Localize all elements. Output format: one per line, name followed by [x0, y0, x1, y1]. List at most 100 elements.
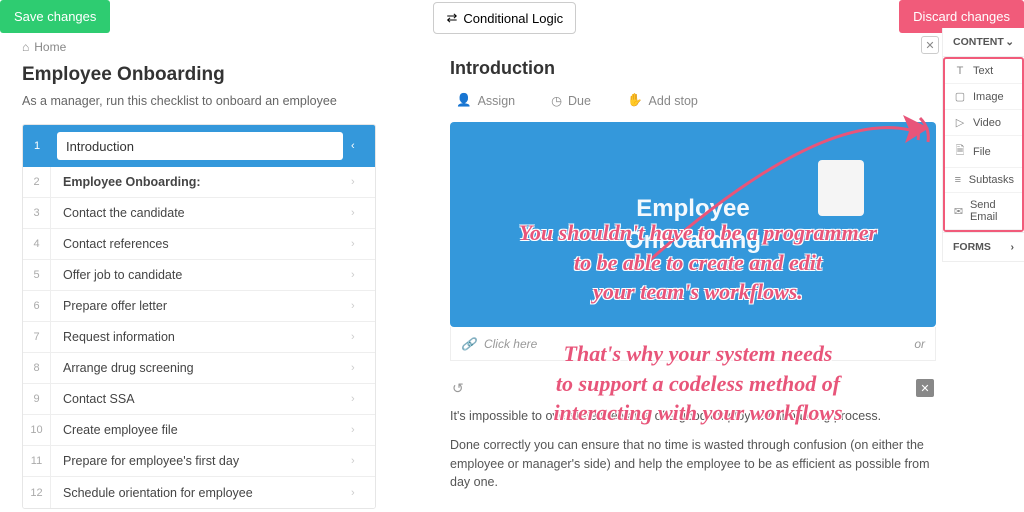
task-label: Arrange drug screening	[51, 361, 351, 375]
add-stop-button[interactable]: ✋Add stop	[627, 93, 698, 108]
text-widget-body[interactable]: It's impossible to overstate the value o…	[450, 407, 936, 492]
text-widget[interactable]: ↺ ✕ It's impossible to overstate the val…	[450, 375, 936, 492]
shuffle-icon: ⇄	[446, 10, 457, 26]
video-icon: ▷	[953, 116, 967, 129]
task-number: 2	[23, 167, 51, 197]
panel-section-forms[interactable]: FORMS ›	[943, 232, 1024, 262]
task-row-11[interactable]: 11Prepare for employee's first day›	[23, 446, 375, 477]
task-label: Contact references	[51, 237, 351, 251]
clock-icon: ◷	[551, 93, 562, 108]
sidebar: ⌂ Home Employee Onboarding As a manager,…	[0, 38, 390, 512]
task-label: Schedule orientation for employee	[51, 486, 351, 500]
send-email-icon: ✉	[953, 205, 964, 218]
image-caption-row[interactable]: 🔗 Click here or	[450, 327, 936, 361]
panel-item-send-email[interactable]: ✉ Send Email	[945, 193, 1022, 230]
task-row-4[interactable]: 4Contact references›	[23, 229, 375, 260]
panel-item-label: File	[973, 146, 991, 158]
close-panel-button[interactable]: ✕	[921, 36, 939, 54]
panel-item-subtasks[interactable]: ≡ Subtasks	[945, 168, 1022, 193]
task-number: 4	[23, 229, 51, 259]
task-row-5[interactable]: 5Offer job to candidate›	[23, 260, 375, 291]
content-title: Introduction	[450, 58, 936, 79]
task-row-6[interactable]: 6Prepare offer letter›	[23, 291, 375, 322]
chevron-right-icon: ›	[351, 362, 375, 374]
chevron-right-icon: ›	[351, 487, 375, 499]
breadcrumb[interactable]: ⌂ Home	[22, 40, 376, 54]
task-row-9[interactable]: 9Contact SSA›	[23, 384, 375, 415]
panel-item-video[interactable]: ▷ Video	[945, 110, 1022, 136]
panel-item-label: Send Email	[970, 199, 1014, 223]
task-row-2[interactable]: 2Employee Onboarding:›	[23, 167, 375, 198]
panel-item-label: Video	[973, 117, 1001, 129]
task-list: 1‹2Employee Onboarding:›3Contact the can…	[22, 124, 376, 509]
paragraph: It's impossible to overstate the value o…	[450, 407, 936, 426]
text-icon: T	[953, 65, 967, 77]
paragraph: Done correctly you can ensure that no ti…	[450, 436, 936, 492]
right-panel: ✕ CONTENT ⌄ TText▢Image▷Video🗎File≡Subta…	[942, 28, 1024, 262]
task-number: 5	[23, 260, 51, 290]
home-icon: ⌂	[22, 40, 29, 54]
conditional-logic-button[interactable]: ⇄ Conditional Logic	[433, 2, 576, 34]
task-label: Offer job to candidate	[51, 268, 351, 282]
conditional-logic-label: Conditional Logic	[463, 11, 563, 26]
chevron-right-icon: ›	[351, 269, 375, 281]
chevron-left-icon: ‹	[351, 140, 375, 152]
chevron-right-icon: ›	[1011, 241, 1015, 253]
task-number: 3	[23, 198, 51, 228]
page-subtitle: As a manager, run this checklist to onbo…	[22, 94, 376, 108]
due-button[interactable]: ◷Due	[551, 93, 591, 108]
panel-item-file[interactable]: 🗎 File	[945, 136, 1022, 168]
task-label: Employee Onboarding:	[51, 175, 351, 189]
task-number: 1	[23, 125, 51, 167]
chevron-right-icon: ›	[351, 238, 375, 250]
chevron-right-icon: ›	[351, 424, 375, 436]
content-area: Introduction 👤 Assign ◷Due ✋Add stop Empl…	[390, 38, 1024, 512]
task-label: Prepare offer letter	[51, 299, 351, 313]
task-number: 7	[23, 322, 51, 352]
page-title: Employee Onboarding	[22, 64, 376, 86]
assign-label: Assign	[478, 94, 516, 108]
chevron-right-icon: ›	[351, 455, 375, 467]
task-label: Contact the candidate	[51, 206, 351, 220]
image-widget[interactable]: Employee Onboarding	[450, 122, 936, 327]
task-row-10[interactable]: 10Create employee file›	[23, 415, 375, 446]
user-icon: 👤	[456, 93, 472, 108]
chevron-right-icon: ›	[351, 331, 375, 343]
task-row-12[interactable]: 12Schedule orientation for employee›	[23, 477, 375, 508]
undo-icon[interactable]: ↺	[452, 380, 464, 397]
task-number: 6	[23, 291, 51, 321]
close-icon[interactable]: ✕	[916, 379, 934, 397]
task-row-1[interactable]: 1‹	[23, 125, 375, 167]
chevron-right-icon: ›	[351, 176, 375, 188]
task-label: Create employee file	[51, 423, 351, 437]
breadcrumb-home: Home	[34, 40, 66, 54]
assign-button[interactable]: 👤 Assign	[456, 93, 515, 108]
subtasks-icon: ≡	[953, 174, 963, 186]
panel-section-label: CONTENT	[953, 36, 1004, 48]
image-widget-graphic	[818, 160, 864, 216]
task-label: Request information	[51, 330, 351, 344]
chevron-down-icon: ⌄	[1005, 36, 1014, 48]
task-title-input[interactable]	[57, 132, 343, 160]
panel-item-label: Image	[973, 91, 1004, 103]
task-number: 12	[23, 477, 51, 508]
panel-item-label: Text	[973, 65, 993, 77]
panel-item-image[interactable]: ▢Image	[945, 84, 1022, 110]
file-icon: 🗎	[953, 142, 967, 161]
task-label: Contact SSA	[51, 392, 351, 406]
panel-section-label: FORMS	[953, 241, 991, 253]
task-row-7[interactable]: 7Request information›	[23, 322, 375, 353]
panel-item-text[interactable]: T Text	[945, 59, 1022, 84]
task-label: Prepare for employee's first day	[51, 454, 351, 468]
chevron-right-icon: ›	[351, 207, 375, 219]
panel-item-label: Subtasks	[969, 174, 1014, 186]
link-icon: 🔗	[461, 337, 476, 351]
task-row-8[interactable]: 8Arrange drug screening›	[23, 353, 375, 384]
save-button[interactable]: Save changes	[0, 0, 110, 33]
task-row-3[interactable]: 3Contact the candidate›	[23, 198, 375, 229]
task-number: 10	[23, 415, 51, 445]
panel-section-content[interactable]: CONTENT ⌄	[943, 28, 1024, 57]
task-number: 11	[23, 446, 51, 476]
image-caption-placeholder: Click here	[484, 337, 537, 351]
chevron-right-icon: ›	[351, 393, 375, 405]
